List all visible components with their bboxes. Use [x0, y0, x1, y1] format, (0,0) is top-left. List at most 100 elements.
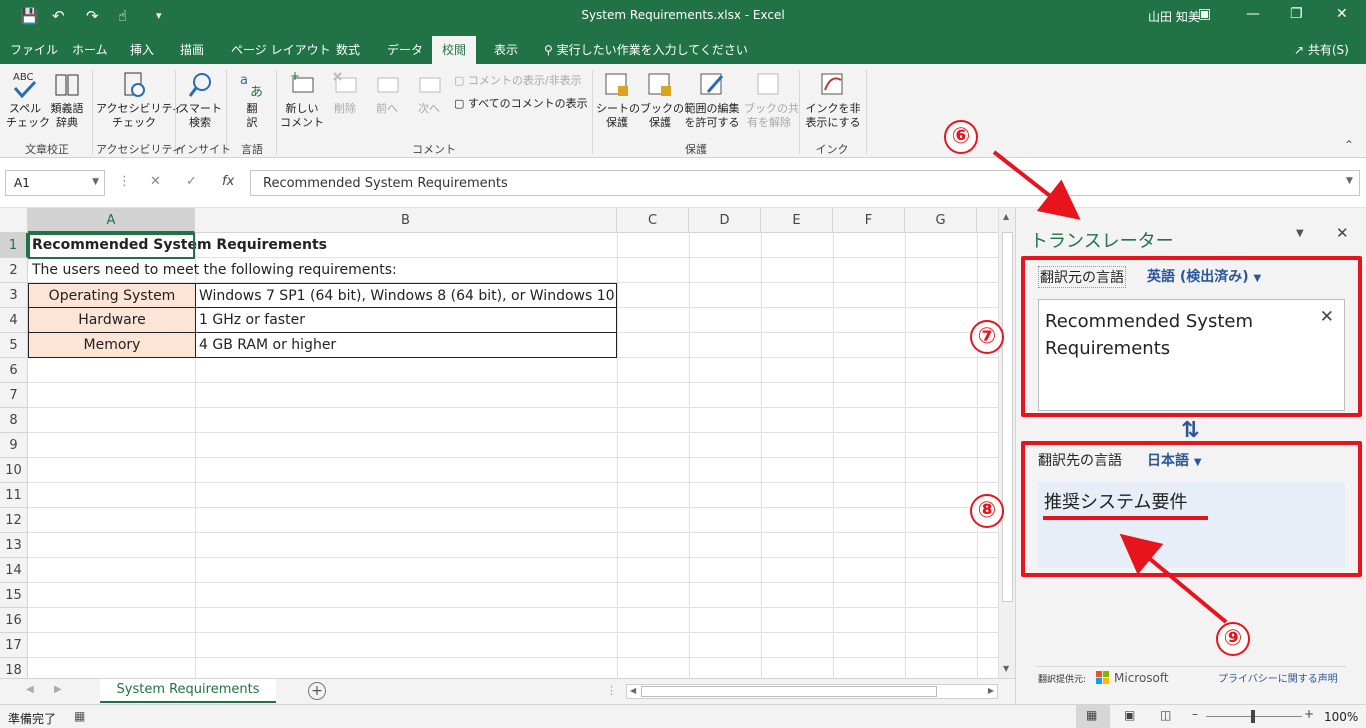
name-box[interactable]: A1 ▼	[5, 170, 105, 196]
formula-input[interactable]: Recommended System Requirements	[250, 170, 1360, 196]
row-header-14[interactable]: 14	[0, 558, 28, 583]
insert-function-icon[interactable]: fx	[222, 174, 234, 189]
protect-workbook-button[interactable]: ブックの 保護	[640, 70, 684, 130]
tell-me-box[interactable]: ⚲ 実行したい作業を入力してください	[544, 41, 748, 58]
next-comment-button[interactable]: 次へ	[412, 70, 446, 116]
user-name[interactable]: 山田 知美	[1148, 8, 1200, 25]
tab-formulas[interactable]: 数式	[336, 41, 360, 58]
row-header-11[interactable]: 11	[0, 483, 28, 508]
cell-b4[interactable]: 1 GHz or faster	[195, 308, 617, 333]
thesaurus-button[interactable]: 類義語 辞典	[46, 70, 88, 130]
column-header-f[interactable]: F	[833, 208, 905, 233]
expand-formula-icon[interactable]: ▼	[1346, 176, 1353, 186]
close-icon[interactable]: ✕	[1336, 6, 1348, 22]
column-header-b[interactable]: B	[195, 208, 617, 233]
tab-view[interactable]: 表示	[494, 41, 518, 58]
cancel-icon[interactable]: ✕	[150, 174, 161, 189]
row-header-2[interactable]: 2	[0, 258, 28, 283]
delete-comment-button[interactable]: 削除	[328, 70, 362, 116]
row-header-13[interactable]: 13	[0, 533, 28, 558]
column-header-h[interactable]	[977, 208, 998, 233]
vertical-scrollbar[interactable]: ▲ ▼	[998, 208, 1015, 678]
allow-edit-ranges-button[interactable]: 範囲の編集 を許可する	[682, 70, 742, 130]
row-header-15[interactable]: 15	[0, 583, 28, 608]
tab-split-handle[interactable]: ⋮	[606, 684, 617, 697]
row-header-10[interactable]: 10	[0, 458, 28, 483]
zoom-level[interactable]: 100%	[1324, 710, 1358, 724]
column-header-e[interactable]: E	[761, 208, 833, 233]
row-header-4[interactable]: 4	[0, 308, 28, 333]
protect-sheet-button[interactable]: シートの 保護	[596, 70, 640, 130]
scroll-left-icon[interactable]: ◀	[630, 686, 636, 695]
hscroll-thumb[interactable]	[641, 686, 937, 697]
column-header-g[interactable]: G	[905, 208, 977, 233]
row-header-7[interactable]: 7	[0, 383, 28, 408]
sheet-tab-system-requirements[interactable]: System Requirements	[100, 679, 276, 703]
tab-page-layout[interactable]: ページ レイアウト	[231, 41, 331, 58]
next-sheet-icon[interactable]: ▶	[54, 684, 62, 695]
row-header-16[interactable]: 16	[0, 608, 28, 633]
zoom-out-icon[interactable]: –	[1192, 707, 1198, 721]
show-all-comments-button[interactable]: ▢ すべてのコメントの表示	[454, 95, 588, 111]
cell-b5[interactable]: 4 GB RAM or higher	[195, 333, 617, 358]
row-header-18[interactable]: 18	[0, 658, 28, 678]
scroll-down-icon[interactable]: ▼	[1003, 664, 1009, 673]
tab-insert[interactable]: 挿入	[130, 41, 154, 58]
share-button[interactable]: ↗ 共有(S)	[1294, 41, 1349, 58]
show-hide-comment-button[interactable]: ▢ コメントの表示/非表示	[454, 72, 582, 88]
tab-data[interactable]: データ	[387, 41, 423, 58]
page-break-view-icon[interactable]: ◫	[1160, 708, 1171, 722]
enter-icon[interactable]: ✓	[186, 174, 197, 189]
cell-a2[interactable]: The users need to meet the following req…	[28, 258, 397, 283]
page-layout-view-icon[interactable]: ▣	[1124, 708, 1135, 722]
tab-draw[interactable]: 描画	[180, 41, 204, 58]
column-header-a[interactable]: A	[28, 208, 195, 233]
column-header-d[interactable]: D	[689, 208, 761, 233]
unshare-workbook-button[interactable]: ブックの共 有を解除	[744, 70, 799, 130]
swap-languages-icon[interactable]: ⇅	[1181, 418, 1199, 443]
hide-ink-button[interactable]: インクを非 表示にする	[804, 70, 862, 130]
translate-button[interactable]: aあ 翻 訳	[232, 70, 272, 130]
row-header-8[interactable]: 8	[0, 408, 28, 433]
scroll-thumb[interactable]	[1002, 232, 1013, 602]
row-header-12[interactable]: 12	[0, 508, 28, 533]
row-header-3[interactable]: 3	[0, 283, 28, 308]
scroll-right-icon[interactable]: ▶	[988, 686, 994, 695]
ribbon-display-icon[interactable]: ▣	[1198, 6, 1211, 22]
zoom-in-icon[interactable]: +	[1304, 707, 1314, 721]
zoom-slider-thumb[interactable]	[1251, 710, 1255, 723]
minimize-icon[interactable]: —	[1246, 6, 1260, 22]
close-pane-icon[interactable]: ✕	[1336, 224, 1349, 242]
cell-a3[interactable]: Operating System	[28, 283, 195, 308]
row-header-6[interactable]: 6	[0, 358, 28, 383]
collapse-ribbon-icon[interactable]: ⌃	[1344, 138, 1354, 152]
macro-record-icon[interactable]: ▦	[74, 709, 85, 723]
cell-b3[interactable]: Windows 7 SP1 (64 bit), Windows 8 (64 bi…	[195, 283, 617, 308]
row-header-9[interactable]: 9	[0, 433, 28, 458]
horizontal-scrollbar[interactable]: ◀ ▶	[626, 684, 998, 699]
tab-home[interactable]: ホーム	[72, 41, 108, 58]
tab-file[interactable]: ファイル	[10, 41, 58, 58]
row-header-5[interactable]: 5	[0, 333, 28, 358]
add-sheet-icon[interactable]: +	[308, 682, 326, 700]
chevron-down-icon[interactable]: ▼	[92, 177, 99, 187]
new-comment-button[interactable]: + 新しい コメント	[280, 70, 324, 130]
smart-lookup-button[interactable]: スマート 検索	[178, 70, 222, 130]
tab-review[interactable]: 校閲	[432, 36, 477, 64]
scroll-up-icon[interactable]: ▲	[1003, 212, 1009, 221]
accessibility-check-button[interactable]: アクセシビリティ チェック	[96, 70, 183, 130]
row-header-17[interactable]: 17	[0, 633, 28, 658]
spell-check-button[interactable]: ABC スペル チェック	[6, 70, 50, 130]
privacy-link[interactable]: プライバシーに関する声明	[1218, 670, 1338, 685]
restore-icon[interactable]: ❐	[1290, 6, 1303, 22]
cell-a4[interactable]: Hardware	[28, 308, 195, 333]
row-header-1[interactable]: 1	[0, 233, 28, 258]
previous-comment-button[interactable]: 前へ	[370, 70, 404, 116]
select-all-corner[interactable]	[0, 208, 28, 233]
prev-sheet-icon[interactable]: ◀	[26, 684, 34, 695]
normal-view-button[interactable]: ▦	[1076, 705, 1110, 728]
cell-a5[interactable]: Memory	[28, 333, 195, 358]
worksheet-grid[interactable]: A B C D E F G 1 2 3 4 5 6 7 8 9 10 11 12 13 14 15 16 17 1…	[0, 208, 998, 678]
column-header-c[interactable]: C	[617, 208, 689, 233]
pane-options-icon[interactable]: ▼	[1296, 228, 1304, 239]
